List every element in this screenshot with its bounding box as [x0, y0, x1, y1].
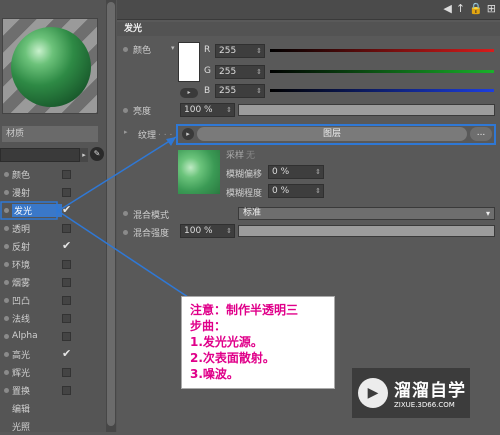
note-line: 步曲： [190, 319, 227, 333]
annotation-note: 注意：制作半透明三 步曲： 1.发光光源。 2.次表面散射。 3.噪波。 [181, 296, 335, 389]
note-line: 2.次表面散射。 [190, 351, 275, 365]
note-line: 1.发光光源。 [190, 335, 263, 349]
watermark-logo: ▶ 溜溜自学 ZIXUE.3D66.COM [352, 368, 470, 418]
watermark-title: 溜溜自学 [394, 381, 466, 401]
annotation-arrow-line [57, 136, 177, 212]
play-icon: ▶ [358, 378, 388, 408]
note-line: 注意：制作半透明三 [190, 303, 299, 317]
annotation-arrow-line [57, 210, 201, 306]
note-line: 3.噪波。 [190, 367, 239, 381]
channel-highlight-box [0, 201, 58, 220]
watermark-subtitle: ZIXUE.3D66.COM [394, 401, 455, 409]
